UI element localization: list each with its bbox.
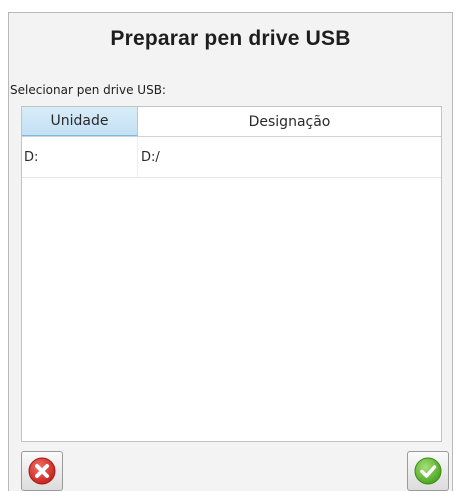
usb-drive-table: Unidade Designação D: D:/ [21,106,442,442]
table-row[interactable]: D: D:/ [22,137,441,178]
column-header-unidade[interactable]: Unidade [22,107,138,136]
cancel-x-icon [28,457,56,485]
cancel-button[interactable] [21,451,63,491]
column-header-designacao[interactable]: Designação [138,107,441,136]
dialog-title: Preparar pen drive USB [110,27,351,50]
confirm-check-icon [414,457,442,485]
select-usb-label: Selecionar pen drive USB: [10,83,166,97]
confirm-button[interactable] [407,451,449,491]
designation-cell: D:/ [141,149,160,165]
table-header: Unidade Designação [22,107,441,137]
prepare-usb-dialog: Preparar pen drive USB Selecionar pen dr… [8,12,453,491]
drive-cell: D: [22,137,138,177]
